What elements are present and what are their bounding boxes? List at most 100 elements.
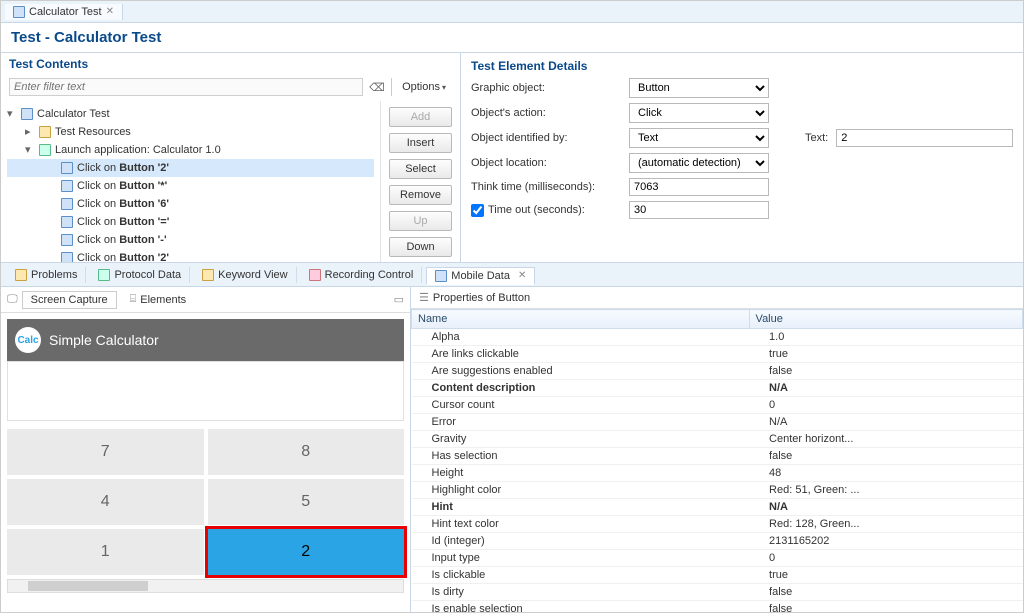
filter-input[interactable] [9, 78, 363, 96]
property-row[interactable]: Is enable selectionfalse [412, 601, 1023, 613]
recording-icon [309, 269, 321, 281]
tree-launch-item[interactable]: ▾ Launch application: Calculator 1.0 [7, 141, 374, 159]
capture-icon: 🖵 [7, 293, 18, 306]
problems-icon [15, 269, 27, 281]
tree-step-item[interactable]: Click on Button '*' [7, 177, 374, 195]
tab-keyword-view[interactable]: Keyword View [194, 267, 297, 283]
property-row[interactable]: Content descriptionN/A [412, 380, 1023, 397]
text-label: Text: [805, 132, 828, 144]
tree-step-item[interactable]: Click on Button '-' [7, 231, 374, 249]
mobile-icon [435, 270, 447, 282]
think-time-input[interactable] [629, 178, 769, 196]
app-title-bar: Calc Simple Calculator [7, 319, 404, 361]
property-row[interactable]: Are suggestions enabledfalse [412, 363, 1023, 380]
property-row[interactable]: Height48 [412, 465, 1023, 482]
properties-icon: ☰ [419, 291, 429, 304]
tab-elements[interactable]: ⌸ Elements [121, 290, 195, 309]
tree-step-item[interactable]: Click on Button '=' [7, 213, 374, 231]
test-steps-tree[interactable]: ▾ Calculator Test ▸ Test Resources ▾ Lau… [1, 101, 380, 262]
property-row[interactable]: Hint text colorRed: 128, Green... [412, 516, 1023, 533]
tree-root-item[interactable]: ▾ Calculator Test [7, 105, 374, 123]
select-button[interactable]: Select [389, 159, 452, 179]
tree-step-item[interactable]: Click on Button '2' [7, 159, 374, 177]
details-header: Test Element Details [471, 59, 1013, 73]
property-row[interactable]: Highlight colorRed: 51, Green: ... [412, 482, 1023, 499]
location-label: Object location: [471, 157, 621, 169]
graphic-object-select[interactable]: Button [629, 78, 769, 98]
screen-capture-panel: 🖵 Screen Capture ⌸ Elements ▭ Calc Simpl… [1, 287, 411, 612]
test-contents-panel: Test Contents ⌫ Options ▾ Calculator Tes… [1, 53, 461, 262]
tree-step-item[interactable]: Click on Button '6' [7, 195, 374, 213]
property-row[interactable]: Id (integer)2131165202 [412, 533, 1023, 550]
object-action-select[interactable]: Click [629, 103, 769, 123]
calculator-keypad: 784512 [7, 421, 404, 575]
calc-key-1[interactable]: 1 [7, 529, 204, 575]
close-icon[interactable]: ✕ [106, 6, 114, 17]
tab-problems[interactable]: Problems [7, 267, 86, 283]
test-icon [13, 6, 25, 18]
object-action-label: Object's action: [471, 107, 621, 119]
step-icon [61, 216, 73, 228]
property-row[interactable]: Is clickabletrue [412, 567, 1023, 584]
property-row[interactable]: Alpha1.0 [412, 329, 1023, 346]
maximize-icon[interactable]: ▭ [394, 293, 404, 306]
step-icon [61, 162, 73, 174]
options-dropdown[interactable]: Options [396, 79, 452, 95]
remove-button[interactable]: Remove [389, 185, 452, 205]
step-icon [61, 234, 73, 246]
property-row[interactable]: Are links clickabletrue [412, 346, 1023, 363]
step-icon [61, 252, 73, 262]
step-icon [61, 180, 73, 192]
calculator-display [7, 361, 404, 421]
col-value[interactable]: Value [749, 310, 1022, 329]
properties-table[interactable]: Name Value Alpha1.0Are links clickabletr… [411, 309, 1023, 612]
property-row[interactable]: Cursor count0 [412, 397, 1023, 414]
app-title: Simple Calculator [49, 332, 159, 348]
tree-resources-item[interactable]: ▸ Test Resources [7, 123, 374, 141]
timeout-checkbox[interactable] [471, 204, 484, 217]
identified-by-label: Object identified by: [471, 132, 621, 144]
calc-key-8[interactable]: 8 [208, 429, 405, 475]
editor-tabstrip: Calculator Test ✕ [1, 1, 1023, 23]
add-button[interactable]: Add [389, 107, 452, 127]
timeout-input[interactable] [629, 201, 769, 219]
down-button[interactable]: Down [389, 237, 452, 257]
properties-header: Properties of Button [433, 292, 530, 304]
elements-hierarchy-icon: ⌸ [130, 293, 137, 306]
tab-protocol-data[interactable]: Protocol Data [90, 267, 190, 283]
horizontal-scrollbar[interactable] [7, 579, 404, 593]
property-row[interactable]: Is dirtyfalse [412, 584, 1023, 601]
identified-by-select[interactable]: Text [629, 128, 769, 148]
chevron-right-icon[interactable]: ▸ [25, 123, 35, 141]
tab-mobile-data[interactable]: Mobile Data✕ [426, 267, 535, 285]
folder-icon [39, 126, 51, 138]
test-contents-buttons: Add Insert Select Remove Up Down [380, 101, 460, 262]
calc-key-5[interactable]: 5 [208, 479, 405, 525]
test-icon [21, 108, 33, 120]
keyword-icon [202, 269, 214, 281]
property-row[interactable]: Has selectionfalse [412, 448, 1023, 465]
property-row[interactable]: Input type0 [412, 550, 1023, 567]
up-button[interactable]: Up [389, 211, 452, 231]
property-row[interactable]: HintN/A [412, 499, 1023, 516]
tab-screen-capture[interactable]: Screen Capture [22, 291, 117, 309]
insert-button[interactable]: Insert [389, 133, 452, 153]
launch-icon [39, 144, 51, 156]
close-icon[interactable]: ✕ [518, 270, 526, 281]
chevron-down-icon[interactable]: ▾ [25, 141, 35, 159]
test-contents-header: Test Contents [9, 57, 88, 71]
text-input[interactable] [836, 129, 1013, 147]
chevron-down-icon[interactable]: ▾ [7, 105, 17, 123]
tree-step-item[interactable]: Click on Button '2' [7, 249, 374, 262]
editor-tab-calculator-test[interactable]: Calculator Test ✕ [5, 4, 123, 20]
clear-filter-icon[interactable]: ⌫ [367, 77, 387, 97]
protocol-icon [98, 269, 110, 281]
tab-recording-control[interactable]: Recording Control [301, 267, 423, 283]
property-row[interactable]: ErrorN/A [412, 414, 1023, 431]
col-name[interactable]: Name [412, 310, 750, 329]
calc-key-4[interactable]: 4 [7, 479, 204, 525]
property-row[interactable]: GravityCenter horizont... [412, 431, 1023, 448]
calc-key-7[interactable]: 7 [7, 429, 204, 475]
calc-key-2[interactable]: 2 [208, 529, 405, 575]
location-select[interactable]: (automatic detection) [629, 153, 769, 173]
